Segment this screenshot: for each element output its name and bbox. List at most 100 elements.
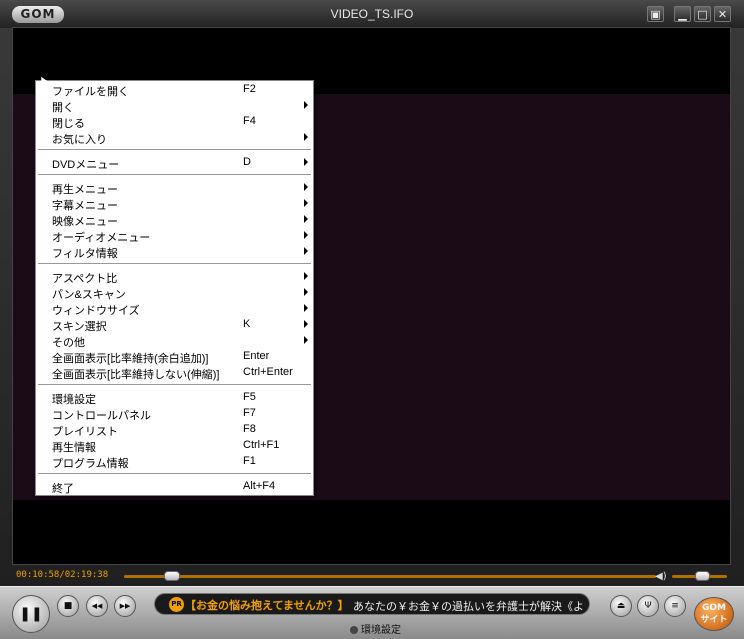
ticker-text: あなたの￥お金￥の過払いを弁護士が解決《よ [353, 600, 584, 613]
menu-item[interactable]: コントロールパネル F7 [36, 406, 313, 422]
menu-item[interactable]: スキン選択 K [36, 317, 313, 333]
submenu-arrow-icon [304, 304, 308, 312]
menu-item[interactable]: パン&スキャン [36, 285, 313, 301]
menu-item-label: その他 [52, 337, 85, 349]
menu-item[interactable]: その他 [36, 333, 313, 349]
window-title: VIDEO_TS.IFO [330, 7, 414, 21]
menu-item-label: 閉じる [52, 118, 85, 130]
minimize-button[interactable]: ▁ [674, 6, 691, 22]
menu-item[interactable]: DVDメニュー D [36, 155, 313, 171]
stop-button[interactable]: ■ [57, 595, 79, 617]
menu-item[interactable]: 閉じる F4 [36, 114, 313, 130]
menu-item-shortcut: F1 [243, 455, 256, 467]
menu-item[interactable]: お気に入り [36, 130, 313, 146]
menu-item[interactable]: 環境設定 F5 [36, 390, 313, 406]
volume-thumb[interactable] [695, 571, 710, 581]
menu-item-shortcut: F5 [243, 391, 256, 403]
menu-item-label: アスペクト比 [52, 273, 118, 285]
menu-item[interactable]: プログラム情報 F1 [36, 454, 313, 470]
menu-item-label: パン&スキャン [52, 289, 126, 301]
menu-item[interactable]: プレイリスト F8 [36, 422, 313, 438]
menu-item-label: 全画面表示[比率維持しない(伸縮)] [52, 369, 220, 381]
menu-item-label: DVDメニュー [52, 159, 120, 171]
menu-item-shortcut: D [243, 156, 251, 168]
maximize-button[interactable]: □ [694, 6, 711, 22]
menu-item[interactable]: 全画面表示[比率維持(余白追加)] Enter [36, 349, 313, 365]
menu-item-label: ファイルを開く [52, 86, 129, 98]
preferences-icon [350, 626, 358, 634]
gom-site-button[interactable]: GOM サイト [694, 597, 734, 631]
player-window: GOM VIDEO_TS.IFO ▣ ▁ □ ✕ ファイルを開く F2 開く閉じる F… [0, 0, 744, 639]
menu-item[interactable]: 開く [36, 98, 313, 114]
seek-thumb[interactable] [164, 571, 180, 581]
ad-ticker[interactable]: PR 【お金の悩み抱えてませんか？】 あなたの￥お金￥の過払いを弁護士が解決《よ [154, 593, 590, 615]
menu-button[interactable]: ≡ [664, 595, 686, 617]
menu-separator [38, 473, 311, 475]
menu-separator [38, 384, 311, 386]
menu-item-shortcut: F4 [243, 115, 256, 127]
gom-site-logo: GOM [702, 603, 726, 613]
submenu-arrow-icon [304, 231, 308, 239]
preferences-label: 環境設定 [361, 625, 401, 636]
submenu-arrow-icon [304, 183, 308, 191]
menu-item[interactable]: ファイルを開く F2 [36, 82, 313, 98]
menu-item[interactable]: 字幕メニュー [36, 196, 313, 212]
menu-item[interactable]: 終了 Alt+F4 [36, 479, 313, 495]
context-menu: ファイルを開く F2 開く閉じる F4 お気に入り DVDメニュー D 再生メニュー 字幕メニュ… [35, 80, 314, 496]
menu-item[interactable]: ウィンドウサイズ [36, 301, 313, 317]
seek-row: 00:10:58/02:19:38 ◀) [12, 568, 732, 586]
menu-item[interactable]: 全画面表示[比率維持しない(伸縮)] Ctrl+Enter [36, 365, 313, 381]
menu-item-label: 再生メニュー [52, 184, 118, 196]
submenu-arrow-icon [304, 288, 308, 296]
menu-item[interactable]: アスペクト比 [36, 269, 313, 285]
submenu-arrow-icon [304, 336, 308, 344]
menu-item-shortcut: F8 [243, 423, 256, 435]
menu-item-label: ウィンドウサイズ [52, 305, 140, 317]
submenu-arrow-icon [304, 320, 308, 328]
submenu-arrow-icon [304, 158, 308, 166]
equalizer-button[interactable]: Ψ [637, 595, 659, 617]
menu-item-shortcut: Alt+F4 [243, 480, 276, 492]
preferences-link[interactable]: 環境設定 [350, 621, 401, 636]
menu-item-shortcut: Enter [243, 350, 270, 362]
seek-bar[interactable] [124, 575, 656, 578]
title-bar[interactable]: GOM VIDEO_TS.IFO ▣ ▁ □ ✕ [0, 0, 744, 28]
pr-badge-icon: PR [169, 597, 184, 612]
menu-item-label: 全画面表示[比率維持(余白追加)] [52, 353, 209, 365]
submenu-arrow-icon [304, 272, 308, 280]
submenu-arrow-icon [304, 101, 308, 109]
close-button[interactable]: ✕ [714, 6, 731, 22]
previous-button[interactable]: ◀◀ [86, 595, 108, 617]
menu-item-label: 映像メニュー [52, 216, 118, 228]
time-display: 00:10:58/02:19:38 [16, 570, 109, 580]
menu-item-label: スキン選択 [52, 321, 107, 333]
menu-item-shortcut: F2 [243, 83, 256, 95]
menu-item[interactable]: 映像メニュー [36, 212, 313, 228]
gom-site-label: サイト [700, 615, 728, 625]
menu-separator [38, 174, 311, 176]
eject-button[interactable]: ⏏ [610, 595, 632, 617]
submenu-arrow-icon [304, 199, 308, 207]
submenu-arrow-icon [304, 133, 308, 141]
menu-item-shortcut: Ctrl+Enter [243, 366, 293, 378]
menu-item-label: 開く [52, 102, 74, 114]
menu-item[interactable]: 再生情報 Ctrl+F1 [36, 438, 313, 454]
menu-item-label: プレイリスト [52, 426, 118, 438]
menu-item-label: プログラム情報 [52, 458, 129, 470]
compact-mode-button[interactable]: ▣ [647, 6, 664, 22]
menu-item-label: 終了 [52, 483, 74, 495]
menu-item[interactable]: オーディオメニュー [36, 228, 313, 244]
next-button[interactable]: ▶▶ [114, 595, 136, 617]
menu-item[interactable]: 再生メニュー [36, 180, 313, 196]
play-pause-button[interactable]: ❚❚ [12, 595, 50, 633]
speaker-icon[interactable]: ◀) [655, 571, 667, 582]
control-panel: ❚❚ ■ ◀◀ ▶▶ PR 【お金の悩み抱えてませんか？】 あなたの￥お金￥の過… [0, 586, 744, 639]
menu-item-shortcut: F7 [243, 407, 256, 419]
menu-item-shortcut: Ctrl+F1 [243, 439, 280, 451]
menu-item[interactable]: フィルタ情報 [36, 244, 313, 260]
menu-item-label: オーディオメニュー [52, 232, 151, 244]
menu-item-shortcut: K [243, 318, 251, 330]
submenu-arrow-icon [304, 215, 308, 223]
menu-item-label: 再生情報 [52, 442, 96, 454]
menu-item-label: お気に入り [52, 134, 107, 146]
